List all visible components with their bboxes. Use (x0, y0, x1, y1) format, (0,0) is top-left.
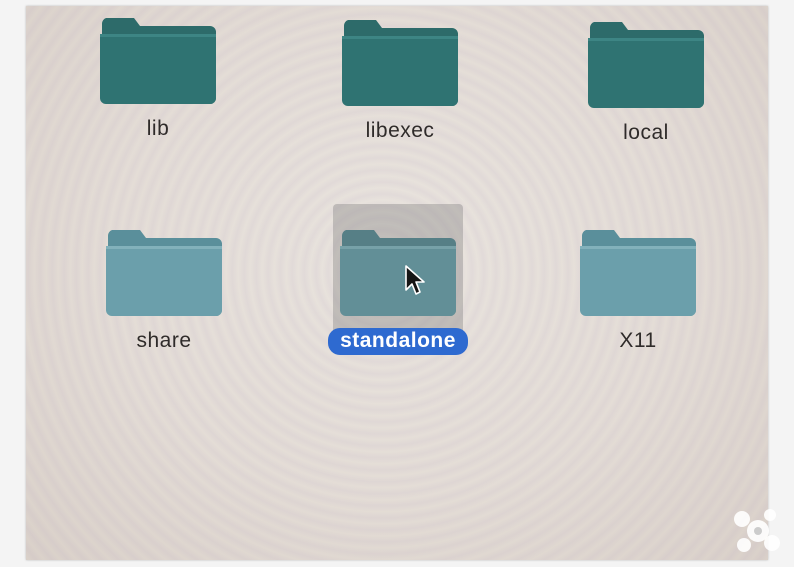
folder-item-x11[interactable]: X11 (558, 224, 718, 355)
folder-icon (100, 18, 216, 104)
folder-label-local: local (623, 121, 669, 144)
folder-label-x11: X11 (619, 329, 657, 352)
folder-item-libexec[interactable]: libexec (320, 14, 480, 145)
folder-item-share[interactable]: share (84, 224, 244, 355)
folder-label-share: share (136, 329, 192, 352)
folder-item-standalone[interactable]: standalone (318, 224, 478, 355)
folder-label-lib: lib (146, 117, 170, 140)
folder-icon (340, 230, 456, 316)
folder-label-standalone: standalone (328, 328, 468, 355)
finder-window-photo: lib libexec local share standalone X11 (26, 6, 768, 560)
folder-icon (580, 230, 696, 316)
mouse-pointer-icon (405, 265, 425, 295)
folder-icon (342, 20, 458, 106)
folder-label-libexec: libexec (365, 119, 435, 142)
folder-item-local[interactable]: local (566, 16, 726, 147)
folder-icon (106, 230, 222, 316)
folder-item-lib[interactable]: lib (78, 12, 238, 143)
folder-icon (588, 22, 704, 108)
watermark-logo-icon (734, 509, 780, 552)
